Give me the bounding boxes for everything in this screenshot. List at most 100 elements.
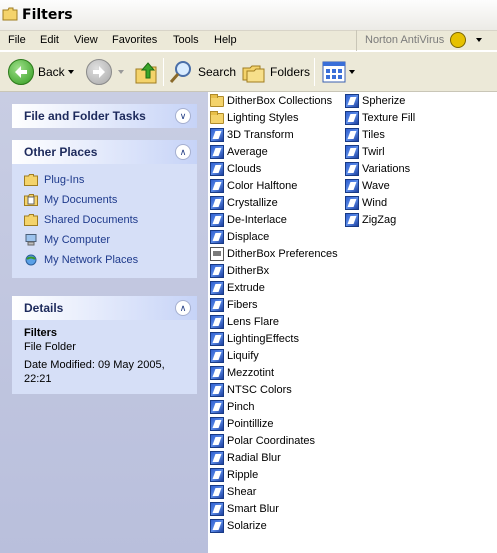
place-shared-documents[interactable]: Shared Documents xyxy=(24,210,185,230)
file-item[interactable]: Pinch xyxy=(210,398,338,415)
file-item[interactable]: Lens Flare xyxy=(210,313,338,330)
file-name: Mezzotint xyxy=(227,366,275,379)
file-name: Tiles xyxy=(362,128,385,141)
file-item[interactable]: Texture Fill xyxy=(345,109,415,126)
file-item[interactable]: Smart Blur xyxy=(210,500,338,517)
place-plug-ins[interactable]: Plug-Ins xyxy=(24,170,185,190)
file-item[interactable]: Radial Blur xyxy=(210,449,338,466)
plugin-file-icon xyxy=(210,416,224,431)
forward-dropdown-icon[interactable] xyxy=(118,70,124,74)
file-name: Spherize xyxy=(362,94,406,107)
file-item[interactable]: NTSC Colors xyxy=(210,381,338,398)
file-item[interactable]: Extrude xyxy=(210,279,338,296)
file-name: Wind xyxy=(362,196,388,209)
file-name: Solarize xyxy=(227,519,267,532)
file-name: 3D Transform xyxy=(227,128,294,141)
plugin-file-icon xyxy=(210,161,224,176)
file-item[interactable]: Displace xyxy=(210,228,338,245)
forward-button[interactable] xyxy=(86,57,112,87)
file-item[interactable]: ZigZag xyxy=(345,211,415,228)
file-item[interactable]: 3D Transform xyxy=(210,126,338,143)
file-item[interactable]: Solarize xyxy=(210,517,338,534)
plugin-file-icon xyxy=(210,178,224,193)
menu-help[interactable]: Help xyxy=(214,34,237,46)
menu-edit[interactable]: Edit xyxy=(40,34,59,46)
file-item[interactable]: Shear xyxy=(210,483,338,500)
file-item[interactable]: DitherBox Preferences xyxy=(210,245,338,262)
file-name: Pointillize xyxy=(227,417,274,430)
menu-view[interactable]: View xyxy=(74,34,98,46)
place-label: My Network Places xyxy=(44,254,139,266)
toolbar-separator xyxy=(314,58,315,86)
file-item[interactable]: Polar Coordinates xyxy=(210,432,338,449)
file-item[interactable]: Ripple xyxy=(210,466,338,483)
back-dropdown-icon[interactable] xyxy=(68,70,74,74)
back-button[interactable]: Back xyxy=(8,57,65,87)
norton-icon xyxy=(450,32,466,48)
search-label: Search xyxy=(198,65,237,79)
file-item[interactable]: Wave xyxy=(345,177,415,194)
file-item[interactable]: Liquify xyxy=(210,347,338,364)
file-item[interactable]: DitherBox Collections xyxy=(210,92,338,109)
details-header[interactable]: Details ∧ xyxy=(12,296,197,320)
plugin-file-icon xyxy=(345,144,359,159)
file-name: Shear xyxy=(227,485,257,498)
norton-antivirus-menu[interactable]: Norton AntiVirus xyxy=(356,30,497,51)
file-item[interactable]: De-Interlace xyxy=(210,211,338,228)
place-my-documents[interactable]: My Documents xyxy=(24,190,185,210)
file-item[interactable]: Mezzotint xyxy=(210,364,338,381)
file-item[interactable]: Crystallize xyxy=(210,194,338,211)
back-label: Back xyxy=(38,65,65,79)
collapse-chevron-icon[interactable]: ∧ xyxy=(175,144,191,160)
place-my-network-places[interactable]: My Network Places xyxy=(24,250,185,270)
place-my-computer[interactable]: My Computer xyxy=(24,230,185,250)
file-folder-tasks-header[interactable]: File and Folder Tasks ∨ xyxy=(12,104,197,128)
back-arrow-icon xyxy=(8,59,34,85)
place-label: Plug-Ins xyxy=(44,174,85,186)
collapse-chevron-icon[interactable]: ∧ xyxy=(175,300,191,316)
menu-favorites[interactable]: Favorites xyxy=(112,34,157,46)
file-name: Texture Fill xyxy=(362,111,416,124)
file-list: DitherBox Collections Lighting Styles 3D T… xyxy=(208,92,497,553)
details-name: Filters xyxy=(24,327,58,339)
file-item[interactable]: Color Halftone xyxy=(210,177,338,194)
other-places-header[interactable]: Other Places ∧ xyxy=(12,140,197,164)
place-label: My Computer xyxy=(44,234,111,246)
plugin-file-icon xyxy=(345,127,359,142)
file-item[interactable]: Pointillize xyxy=(210,415,338,432)
file-item[interactable]: Fibers xyxy=(210,296,338,313)
plugin-file-icon xyxy=(345,161,359,176)
file-name: Polar Coordinates xyxy=(227,434,316,447)
file-item[interactable]: Tiles xyxy=(345,126,415,143)
file-item[interactable]: DitherBx xyxy=(210,262,338,279)
search-button[interactable]: Search xyxy=(168,57,236,87)
panel-title: File and Folder Tasks xyxy=(24,109,146,123)
file-item[interactable]: Spherize xyxy=(345,92,415,109)
plugin-file-icon xyxy=(345,212,359,227)
file-item[interactable]: Twirl xyxy=(345,143,415,160)
file-name: Color Halftone xyxy=(227,179,298,192)
file-name: Ripple xyxy=(227,468,259,481)
place-label: My Documents xyxy=(44,194,118,206)
views-button[interactable] xyxy=(322,57,355,87)
menu-tools[interactable]: Tools xyxy=(173,34,199,46)
file-item[interactable]: Clouds xyxy=(210,160,338,177)
plugin-file-icon xyxy=(210,297,224,312)
chevron-down-icon xyxy=(476,38,482,42)
expand-chevron-icon[interactable]: ∨ xyxy=(175,108,191,124)
file-name: Average xyxy=(227,145,268,158)
file-item[interactable]: Wind xyxy=(345,194,415,211)
file-item[interactable]: LightingEffects xyxy=(210,330,338,347)
folders-button[interactable]: Folders xyxy=(242,57,310,87)
details-panel: Details ∧ Filters File Folder Date Modif… xyxy=(12,296,197,394)
file-item[interactable]: Variations xyxy=(345,160,415,177)
my-documents-icon xyxy=(24,194,38,206)
file-column-2: Spherize Texture Fill Tiles Twirl Variations… xyxy=(345,92,415,228)
file-name: Radial Blur xyxy=(227,451,281,464)
menu-file[interactable]: File xyxy=(8,34,26,46)
plugin-file-icon xyxy=(210,382,224,397)
file-name: Twirl xyxy=(362,145,385,158)
up-folder-button[interactable] xyxy=(134,57,158,87)
file-item[interactable]: Average xyxy=(210,143,338,160)
file-item[interactable]: Lighting Styles xyxy=(210,109,338,126)
